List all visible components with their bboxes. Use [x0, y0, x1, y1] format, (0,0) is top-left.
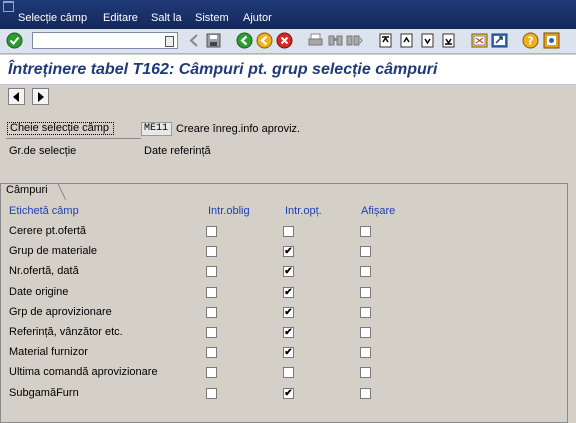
title-bar: Întreținere tabel T162: Câmpuri pt. grup…	[0, 55, 576, 85]
optional-checkbox[interactable]: ✔	[283, 388, 294, 399]
previous-page-icon[interactable]	[398, 32, 415, 49]
enter-icon[interactable]	[6, 32, 23, 49]
optional-checkbox[interactable]: ✔	[283, 327, 294, 338]
page-title: Întreținere tabel T162: Câmpuri pt. grup…	[8, 61, 438, 78]
system-menu-icon[interactable]	[3, 1, 14, 12]
menu-salt-la[interactable]: Salt la	[151, 12, 182, 24]
optional-checkbox[interactable]	[283, 367, 294, 378]
command-field[interactable]	[32, 32, 178, 49]
display-checkbox[interactable]	[360, 367, 371, 378]
print-icon[interactable]	[307, 32, 324, 49]
optional-checkbox[interactable]: ✔	[283, 307, 294, 318]
find-icon[interactable]	[327, 32, 344, 49]
help-icon[interactable]: ?	[522, 32, 539, 49]
layout-menu-icon[interactable]	[543, 32, 560, 49]
mandatory-checkbox[interactable]	[206, 327, 217, 338]
menu-editare[interactable]: Editare	[103, 12, 138, 24]
col-header-display: Afișare	[361, 205, 396, 217]
display-checkbox[interactable]	[360, 307, 371, 318]
key-label[interactable]: Cheie selecție câmp	[7, 122, 114, 135]
display-checkbox[interactable]	[360, 347, 371, 358]
display-checkbox[interactable]	[360, 388, 371, 399]
last-page-icon[interactable]	[440, 32, 457, 49]
row-label: Nr.ofertă, dată	[9, 265, 79, 277]
fields-group-box	[0, 183, 568, 423]
row-label: SubgamăFurn	[9, 387, 79, 399]
mandatory-checkbox[interactable]	[206, 347, 217, 358]
group-value: Date referință	[144, 145, 211, 157]
optional-checkbox[interactable]: ✔	[283, 246, 294, 257]
optional-checkbox[interactable]	[283, 226, 294, 237]
optional-checkbox[interactable]: ✔	[283, 287, 294, 298]
create-session-icon[interactable]	[471, 32, 488, 49]
menu-bar: Selecție câmp Editare Salt la Sistem Aju…	[0, 0, 576, 29]
key-underline	[6, 138, 141, 139]
shortcut-icon[interactable]	[491, 32, 508, 49]
mandatory-checkbox[interactable]	[206, 388, 217, 399]
find-next-icon[interactable]	[346, 32, 363, 49]
row-label: Material furnizor	[9, 346, 88, 358]
group-label: Gr.de selecție	[9, 145, 77, 157]
mandatory-checkbox[interactable]	[206, 367, 217, 378]
row-label: Grup de materiale	[9, 245, 98, 257]
fields-group-title: Câmpuri	[6, 184, 48, 196]
menu-ajutor[interactable]: Ajutor	[243, 12, 272, 24]
back-icon[interactable]	[236, 32, 253, 49]
mandatory-checkbox[interactable]	[206, 226, 217, 237]
display-checkbox[interactable]	[360, 266, 371, 277]
display-checkbox[interactable]	[360, 246, 371, 257]
menu-selectie-camp[interactable]: Selecție câmp	[18, 12, 87, 24]
command-history-icon[interactable]	[165, 36, 174, 47]
display-checkbox[interactable]	[360, 327, 371, 338]
svg-text:?: ?	[527, 35, 533, 48]
display-checkbox[interactable]	[360, 287, 371, 298]
display-checkbox[interactable]	[360, 226, 371, 237]
row-label: Referință, vânzător etc.	[9, 326, 123, 338]
cancel-icon[interactable]	[276, 32, 293, 49]
mandatory-checkbox[interactable]	[206, 307, 217, 318]
key-description: Creare înreg.info aproviz.	[176, 123, 301, 135]
row-label: Grp de aprovizionare	[9, 306, 112, 318]
optional-checkbox[interactable]: ✔	[283, 266, 294, 277]
row-label: Date origine	[9, 286, 69, 298]
mandatory-checkbox[interactable]	[206, 287, 217, 298]
col-header-optional: Intr.opț.	[285, 205, 322, 217]
exit-icon[interactable]	[256, 32, 273, 49]
first-page-icon[interactable]	[377, 32, 394, 49]
key-value-field[interactable]: ME11	[141, 122, 172, 136]
row-label: Ultima comandă aprovizionare	[9, 366, 158, 378]
save-icon[interactable]	[205, 32, 222, 49]
arrow-right-icon	[38, 92, 44, 102]
col-header-mandatory: Intr.oblig	[208, 205, 250, 217]
command-field-collapse-icon[interactable]	[186, 32, 203, 49]
mandatory-checkbox[interactable]	[206, 266, 217, 277]
next-page-icon[interactable]	[419, 32, 436, 49]
next-entry-button[interactable]	[32, 88, 49, 105]
previous-entry-button[interactable]	[8, 88, 25, 105]
col-header-label: Etichetă câmp	[9, 205, 79, 217]
application-toolbar	[0, 85, 576, 109]
optional-checkbox[interactable]: ✔	[283, 347, 294, 358]
arrow-left-icon	[13, 92, 19, 102]
standard-toolbar: ?	[0, 29, 576, 54]
menu-sistem[interactable]: Sistem	[195, 12, 229, 24]
row-label: Cerere pt.ofertă	[9, 225, 87, 237]
mandatory-checkbox[interactable]	[206, 246, 217, 257]
